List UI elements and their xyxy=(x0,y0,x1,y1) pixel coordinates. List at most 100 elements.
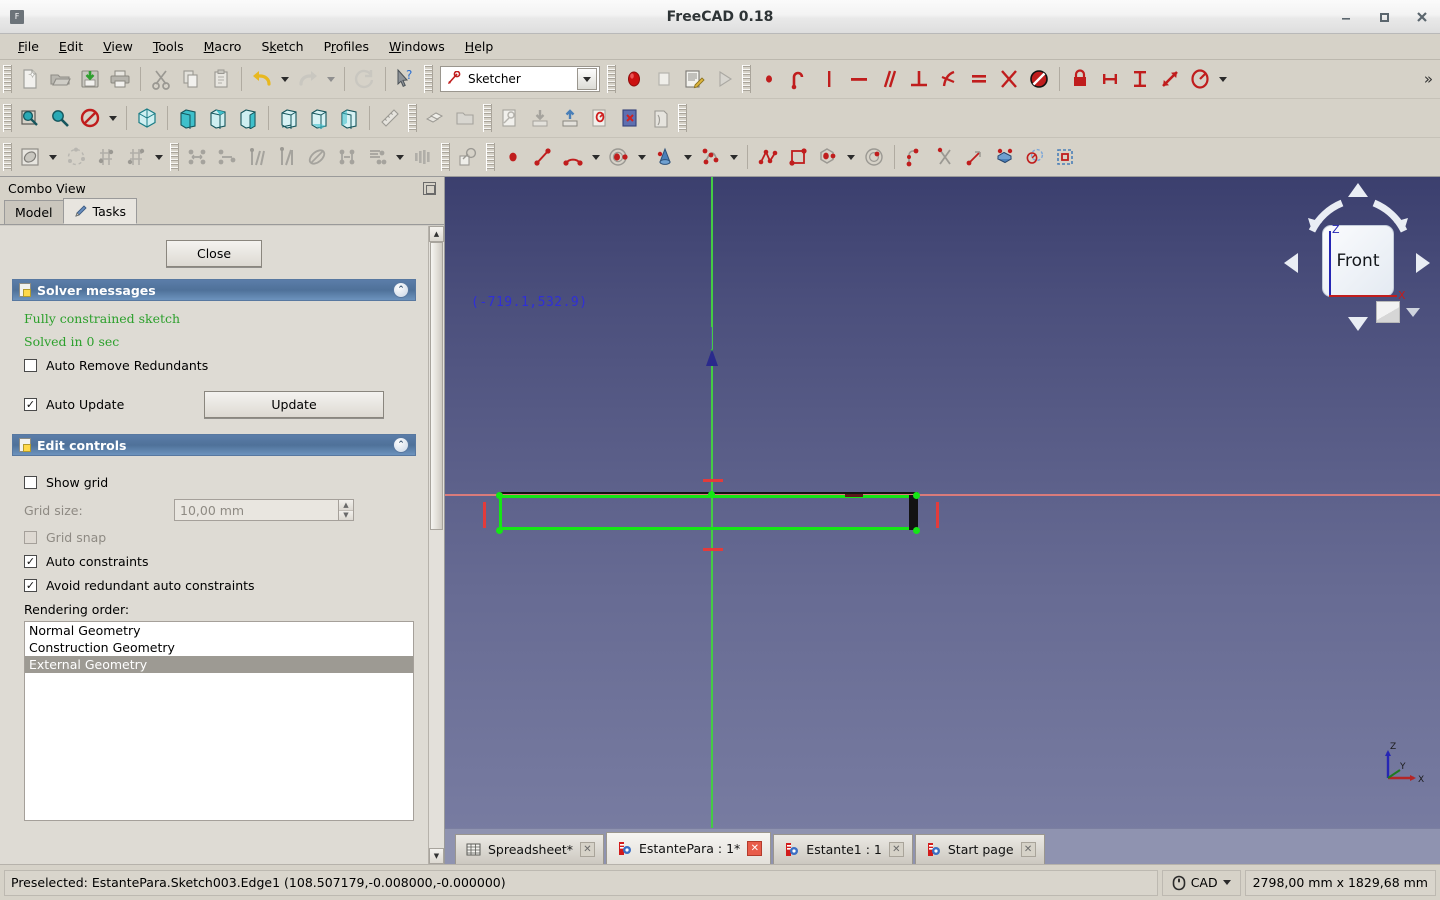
toolbar-grip[interactable] xyxy=(424,65,433,93)
create-arc-dropdown-arrow-icon[interactable] xyxy=(588,142,604,172)
menu-sketch[interactable]: Sketch xyxy=(251,36,313,57)
copy-icon[interactable] xyxy=(176,64,206,94)
toolbar-grip[interactable] xyxy=(170,143,179,171)
menu-view[interactable]: View xyxy=(93,36,143,57)
create-point-icon[interactable] xyxy=(498,142,528,172)
cut-icon[interactable] xyxy=(146,64,176,94)
constrain-horizontal-distance-icon[interactable] xyxy=(212,142,242,172)
update-button[interactable]: Update xyxy=(204,391,384,418)
select-constraints-icon[interactable] xyxy=(453,142,483,172)
menu-windows[interactable]: Windows xyxy=(379,36,455,57)
edit-sketch-icon[interactable] xyxy=(585,103,615,133)
auto-constraints-checkbox[interactable] xyxy=(24,555,37,568)
horizontal-constraint-marker[interactable] xyxy=(703,479,723,482)
redo-icon[interactable] xyxy=(293,64,323,94)
toolbar-grip[interactable] xyxy=(486,143,495,171)
create-fillet-icon[interactable] xyxy=(900,142,930,172)
scroll-up-icon[interactable]: ▲ xyxy=(429,226,444,242)
fit-all-icon[interactable] xyxy=(15,103,45,133)
tab-model[interactable]: Model xyxy=(4,200,64,224)
constrain-perpendicular-icon[interactable] xyxy=(904,64,934,94)
create-bspline-dropdown-arrow-icon[interactable] xyxy=(726,142,742,172)
tab-tasks[interactable]: Tasks xyxy=(62,198,138,224)
toolbar-grip[interactable] xyxy=(3,65,12,93)
fit-selection-icon[interactable] xyxy=(45,103,75,133)
menu-tools[interactable]: Tools xyxy=(143,36,194,57)
doc-tab-spreadsheet[interactable]: Spreadsheet* ✕ xyxy=(455,834,604,864)
menu-help[interactable]: Help xyxy=(455,36,504,57)
list-item[interactable]: External Geometry xyxy=(25,656,413,673)
macro-record-icon[interactable] xyxy=(619,64,649,94)
stepper-up-icon[interactable]: ▲ xyxy=(339,500,353,511)
show-grid-checkbox[interactable] xyxy=(24,476,37,489)
chevron-up-icon[interactable]: ⌃ xyxy=(393,437,409,453)
constrain-distance-tool-icon[interactable] xyxy=(182,142,212,172)
isometric-view-icon[interactable] xyxy=(132,103,162,133)
external-geometry-icon[interactable] xyxy=(990,142,1020,172)
sketcher-mirror-icon[interactable] xyxy=(121,142,151,172)
sketcher-visual-icon[interactable] xyxy=(15,142,45,172)
macro-stop-icon[interactable] xyxy=(649,64,679,94)
create-conic-dropdown-arrow-icon[interactable] xyxy=(680,142,696,172)
rendering-order-list[interactable]: Normal Geometry Construction Geometry Ex… xyxy=(24,621,414,821)
constrain-tangent-icon[interactable] xyxy=(934,64,964,94)
list-item[interactable]: Normal Geometry xyxy=(25,622,413,639)
chevron-down-icon[interactable] xyxy=(1222,880,1231,885)
workbench-dropdown-arrow-icon[interactable] xyxy=(577,68,597,90)
workbench-selector[interactable]: Sketcher xyxy=(440,66,600,92)
grid-size-input[interactable]: 10,00 mm ▲ ▼ xyxy=(174,499,354,521)
select-constraint-elements-icon[interactable] xyxy=(1050,142,1080,172)
avoid-redundant-checkbox[interactable] xyxy=(24,579,37,592)
close-icon[interactable]: ✕ xyxy=(1020,842,1036,857)
close-icon[interactable]: ✕ xyxy=(580,842,595,857)
view-section-icon[interactable] xyxy=(645,103,675,133)
constrain-parallel-icon[interactable] xyxy=(874,64,904,94)
select-elements-icon[interactable] xyxy=(408,142,438,172)
create-sketch-icon[interactable] xyxy=(495,103,525,133)
grid-snap-row[interactable]: Grid snap xyxy=(24,530,414,545)
constrain-point-on-object-icon[interactable] xyxy=(784,64,814,94)
toolbar-grip[interactable] xyxy=(3,143,12,171)
print-document-icon[interactable] xyxy=(105,64,135,94)
close-button[interactable]: Close xyxy=(166,240,262,267)
doc-tab-estante1[interactable]: Estante1 : 1 ✕ xyxy=(773,834,913,864)
auto-remove-redundants-row[interactable]: Auto Remove Redundants xyxy=(24,358,414,373)
horizontal-constraint-marker[interactable] xyxy=(703,548,723,551)
toolbar-grip[interactable] xyxy=(678,104,687,132)
save-document-icon[interactable] xyxy=(75,64,105,94)
constrain-equal-icon[interactable] xyxy=(964,64,994,94)
grid-size-stepper[interactable]: ▲ ▼ xyxy=(338,500,353,520)
paste-icon[interactable] xyxy=(206,64,236,94)
scrollbar-track[interactable] xyxy=(429,242,444,848)
list-item[interactable]: Construction Geometry xyxy=(25,639,413,656)
menu-edit[interactable]: Edit xyxy=(49,36,93,57)
3d-viewport[interactable]: (-719.1,532.9) Front Z X Z X Y Spreadshe… xyxy=(445,177,1440,864)
constrain-distance-icon[interactable] xyxy=(1155,64,1185,94)
constraints-dropdown-arrow-icon[interactable] xyxy=(1215,64,1231,94)
tasks-panel-scrollbar[interactable]: ▲ ▼ xyxy=(428,226,444,864)
sketch-vertex[interactable] xyxy=(913,492,920,499)
front-view-icon[interactable] xyxy=(173,103,203,133)
nav-cube-menu-arrow-icon[interactable] xyxy=(1406,308,1420,317)
toggle-construction-icon[interactable] xyxy=(1020,142,1050,172)
constrain-more-dropdown-arrow-icon[interactable] xyxy=(392,142,408,172)
sketcher-mirror-dropdown-arrow-icon[interactable] xyxy=(151,142,167,172)
menu-profiles[interactable]: Profiles xyxy=(314,36,379,57)
auto-remove-redundants-checkbox[interactable] xyxy=(24,359,37,372)
toolbar-overflow-button[interactable]: » xyxy=(1417,70,1440,88)
sketcher-validate-icon[interactable] xyxy=(91,142,121,172)
import-icon[interactable] xyxy=(525,103,555,133)
trim-edge-icon[interactable] xyxy=(930,142,960,172)
create-line-icon[interactable] xyxy=(528,142,558,172)
close-icon[interactable]: ✕ xyxy=(747,841,763,856)
constrain-snells-law-icon[interactable] xyxy=(332,142,362,172)
auto-update-checkbox[interactable] xyxy=(24,398,37,411)
navigation-mode-selector[interactable]: CAD xyxy=(1161,869,1241,896)
sketch-origin-point[interactable] xyxy=(708,491,715,498)
redo-dropdown-arrow-icon[interactable] xyxy=(323,64,339,94)
toolbar-grip[interactable] xyxy=(607,65,616,93)
create-regular-polygon-icon[interactable] xyxy=(813,142,843,172)
toolbar-grip[interactable] xyxy=(408,104,417,132)
menu-macro[interactable]: Macro xyxy=(194,36,252,57)
nav-corner-cube-icon[interactable] xyxy=(1376,301,1400,323)
